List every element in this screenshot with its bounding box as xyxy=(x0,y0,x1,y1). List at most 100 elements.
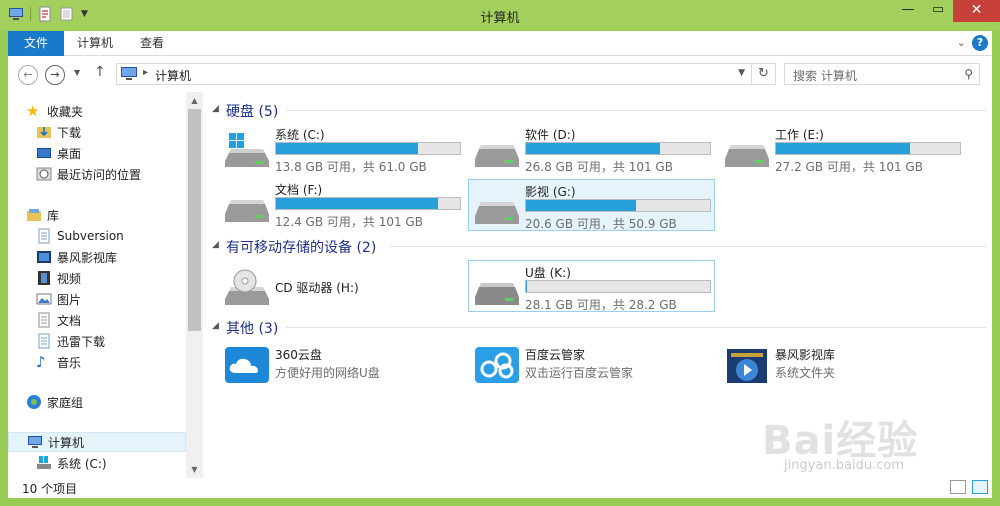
cloud-drive-icon xyxy=(225,347,269,383)
item-baidu-cloud[interactable]: 百度云管家 双击运行百度云管家 xyxy=(468,342,715,394)
refresh-icon[interactable]: ↻ xyxy=(751,64,775,84)
title-bar: ▼ 计算机 — ▭ ✕ xyxy=(0,0,1000,30)
drive-space-info: 20.6 GB 可用，共 50.9 GB xyxy=(525,217,677,231)
nav-computer-label: 计算机 xyxy=(48,435,85,450)
collapse-icon[interactable]: ◢ xyxy=(212,104,219,114)
item-baofeng-library[interactable]: 暴风影视库 系统文件夹 xyxy=(718,342,965,394)
hard-drive-icon xyxy=(725,145,769,167)
navigation-scrollbar[interactable]: ▲ ▼ xyxy=(186,92,203,478)
computer-icon xyxy=(121,67,137,80)
back-button[interactable]: ← xyxy=(18,65,38,85)
downloads-icon xyxy=(37,127,51,138)
nav-libraries[interactable]: 库 xyxy=(26,205,204,225)
nav-item-label: 系统 (C:) xyxy=(57,456,107,471)
navigation-bar: ← → ▼ ↑ ▸ 计算机 ▼ ↻ 搜索 计算机 ⚲ xyxy=(8,56,992,92)
nav-homegroup-label: 家庭组 xyxy=(47,395,84,410)
baidu-cloud-icon xyxy=(475,347,519,383)
document-library-icon xyxy=(38,228,50,244)
expand-ribbon-icon[interactable]: ⌄ xyxy=(957,36,966,49)
group-title: 其他 (3) xyxy=(226,321,279,337)
item-360-cloud[interactable]: 360云盘 方便好用的网络U盘 xyxy=(218,342,465,394)
nav-favorites-label: 收藏夹 xyxy=(47,104,84,119)
address-bar[interactable]: ▸ 计算机 ▼ ↻ xyxy=(116,63,776,85)
cd-drive-icon xyxy=(225,269,269,305)
scroll-down-icon[interactable]: ▼ xyxy=(186,461,203,478)
search-placeholder: 搜索 计算机 xyxy=(793,69,857,83)
breadcrumb-computer[interactable]: 计算机 xyxy=(155,67,191,84)
item-name: 360云盘 xyxy=(275,348,322,362)
drive-space-info: 28.1 GB 可用，共 28.2 GB xyxy=(525,298,677,312)
video-library-icon xyxy=(37,251,51,263)
hard-drive-icon xyxy=(475,202,519,224)
help-icon[interactable]: ? xyxy=(972,35,988,51)
address-dropdown-icon[interactable]: ▼ xyxy=(738,68,745,78)
drive-usage-fill xyxy=(526,143,661,154)
group-header-other[interactable]: ◢ 其他 (3) xyxy=(212,317,986,337)
group-divider xyxy=(286,327,986,328)
drive-tile-k[interactable]: U盘 (K:) 28.1 GB 可用，共 28.2 GB xyxy=(468,260,715,312)
drive-usage-bar xyxy=(775,142,961,155)
item-name: 暴风影视库 xyxy=(775,348,836,362)
details-view-icon[interactable] xyxy=(950,480,966,494)
nav-item-label: 桌面 xyxy=(57,146,82,161)
nav-item-label: 下载 xyxy=(57,125,82,140)
group-title: 有可移动存储的设备 (2) xyxy=(226,240,377,256)
desktop-icon xyxy=(37,148,51,158)
document-library-icon xyxy=(38,333,50,349)
drive-usage-bar xyxy=(525,280,711,293)
drive-name: 影视 (G:) xyxy=(525,185,576,199)
windows-drive-icon xyxy=(37,456,51,469)
drive-name: 文档 (F:) xyxy=(275,183,323,197)
drive-name: U盘 (K:) xyxy=(525,266,571,280)
collapse-icon[interactable]: ◢ xyxy=(212,321,219,331)
drive-name: 工作 (E:) xyxy=(775,128,824,142)
drive-tile-f[interactable]: 文档 (F:) 12.4 GB 可用，共 101 GB xyxy=(218,177,465,229)
group-divider xyxy=(286,110,986,111)
recent-places-icon xyxy=(36,167,52,181)
nav-computer[interactable]: 计算机 xyxy=(8,432,186,452)
drive-usage-bar xyxy=(275,197,461,210)
scroll-up-icon[interactable]: ▲ xyxy=(186,92,203,109)
nav-item-label: 暴风影视库 xyxy=(57,250,118,265)
nav-item-label: 图片 xyxy=(57,292,82,307)
star-icon: ★ xyxy=(26,102,40,120)
drive-tile-h[interactable]: CD 驱动器 (H:) xyxy=(218,260,465,312)
up-icon[interactable]: ↑ xyxy=(94,64,106,80)
nav-favorites[interactable]: ★ 收藏夹 xyxy=(26,101,204,121)
nav-item-label: Subversion xyxy=(57,229,124,243)
group-header-hdd[interactable]: ◢ 硬盘 (5) xyxy=(212,100,986,120)
hard-drive-icon xyxy=(225,200,269,222)
drive-name: CD 驱动器 (H:) xyxy=(275,281,359,295)
drive-usage-fill xyxy=(276,198,438,209)
drive-tile-g[interactable]: 影视 (G:) 20.6 GB 可用，共 50.9 GB xyxy=(468,179,715,231)
group-divider xyxy=(390,246,986,247)
drive-usage-bar xyxy=(525,199,711,212)
minimize-button[interactable]: — xyxy=(893,0,923,22)
scrollbar-thumb[interactable] xyxy=(188,109,201,331)
content-pane: ◢ 硬盘 (5) 系统 (C:) 13.8 GB 可用，共 61.0 GB 软件… xyxy=(204,92,992,478)
nav-homegroup[interactable]: 家庭组 xyxy=(26,392,204,412)
breadcrumb-chevron-icon[interactable]: ▸ xyxy=(143,67,148,78)
tab-computer[interactable]: 计算机 xyxy=(64,31,126,56)
window-controls: — ▭ ✕ xyxy=(893,0,1000,22)
baidu-watermark-url: jingyan.baidu.com xyxy=(784,458,904,473)
close-button[interactable]: ✕ xyxy=(953,0,1000,22)
drive-tile-d[interactable]: 软件 (D:) 26.8 GB 可用，共 101 GB xyxy=(468,122,715,174)
forward-button[interactable]: → xyxy=(45,65,65,85)
drive-space-info: 27.2 GB 可用，共 101 GB xyxy=(775,160,923,174)
drive-tile-e[interactable]: 工作 (E:) 27.2 GB 可用，共 101 GB xyxy=(718,122,965,174)
collapse-icon[interactable]: ◢ xyxy=(212,240,219,250)
drive-space-info: 13.8 GB 可用，共 61.0 GB xyxy=(275,160,427,174)
search-input[interactable]: 搜索 计算机 ⚲ xyxy=(784,63,980,85)
ribbon-tabs: 文件 计算机 查看 ⌄ ? xyxy=(8,31,992,56)
drive-tile-c[interactable]: 系统 (C:) 13.8 GB 可用，共 61.0 GB xyxy=(218,122,465,174)
tab-file[interactable]: 文件 xyxy=(8,31,64,56)
drive-usage-fill xyxy=(776,143,911,154)
search-icon[interactable]: ⚲ xyxy=(964,67,973,81)
drive-usage-fill xyxy=(526,200,637,211)
recent-locations-icon[interactable]: ▼ xyxy=(74,68,80,77)
large-icons-view-icon[interactable] xyxy=(972,480,988,494)
tab-view[interactable]: 查看 xyxy=(127,31,177,56)
maximize-button[interactable]: ▭ xyxy=(923,0,953,22)
group-header-removable[interactable]: ◢ 有可移动存储的设备 (2) xyxy=(212,236,986,256)
